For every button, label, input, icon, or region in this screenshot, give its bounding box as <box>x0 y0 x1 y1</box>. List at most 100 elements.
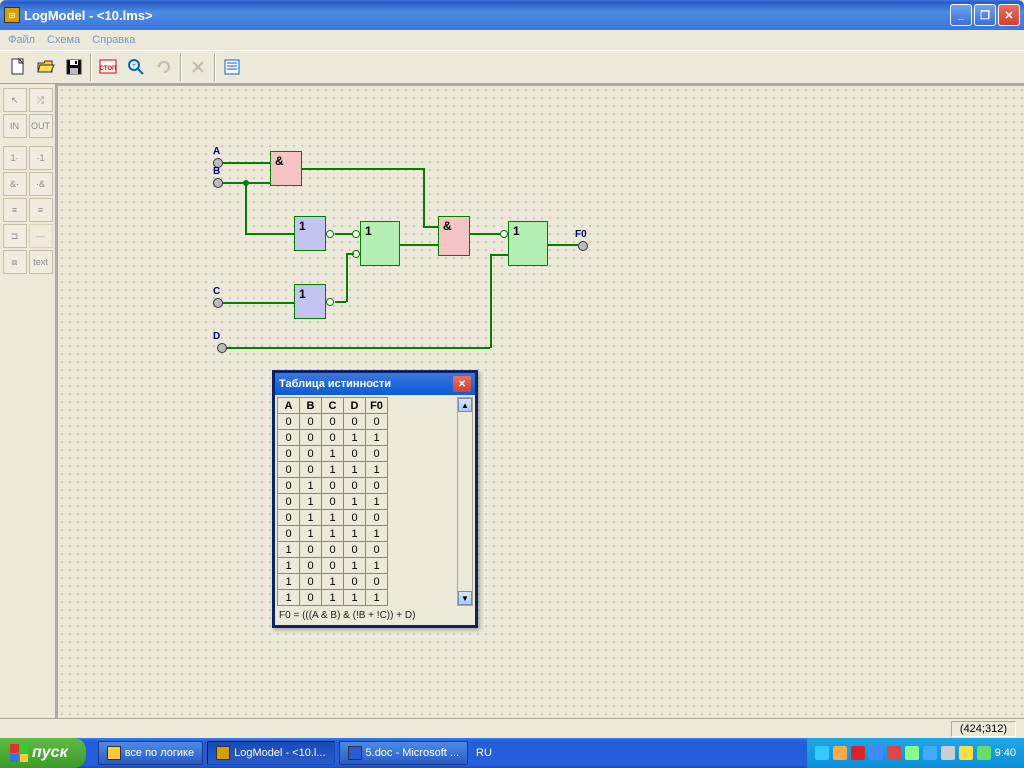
tray-icon[interactable] <box>977 746 991 760</box>
system-tray[interactable]: 9:40 <box>807 738 1024 768</box>
table-row: 10100 <box>278 574 388 590</box>
table-row: 10111 <box>278 590 388 606</box>
word-icon <box>348 746 362 760</box>
palette-not-left[interactable]: 1· <box>3 146 27 170</box>
palette-not-right[interactable]: ·1 <box>29 146 53 170</box>
table-row: 01011 <box>278 494 388 510</box>
start-button[interactable]: пуск <box>0 738 86 768</box>
tray-icon[interactable] <box>905 746 919 760</box>
minimize-button[interactable]: _ <box>950 4 972 26</box>
wire <box>548 244 578 246</box>
output-port[interactable] <box>578 241 588 251</box>
palette-text[interactable]: text <box>29 250 53 274</box>
truth-table-titlebar[interactable]: Таблица истинности ✕ <box>275 373 475 395</box>
palette-and-left[interactable]: &· <box>3 172 27 196</box>
wire <box>335 233 353 235</box>
app-icon: ⊞ <box>4 7 20 23</box>
close-button[interactable]: ✕ <box>998 4 1020 26</box>
gate-or1[interactable]: 1 <box>360 221 400 266</box>
wire <box>423 168 425 226</box>
gate-not-c[interactable]: 1 <box>294 284 326 319</box>
palette-move[interactable]: ⤮ <box>29 88 53 112</box>
save-button[interactable] <box>60 53 88 81</box>
truth-table-window[interactable]: Таблица истинности ✕ ABCDF0 000000001100… <box>272 370 478 628</box>
input-port-b[interactable] <box>213 178 223 188</box>
maximize-button[interactable]: ❐ <box>974 4 996 26</box>
palette-in[interactable]: IN <box>3 114 27 138</box>
app-icon <box>216 746 230 760</box>
table-row: 01111 <box>278 526 388 542</box>
gate-not-b[interactable]: 1 <box>294 216 326 251</box>
palette-compound1[interactable]: ≡ <box>3 198 27 222</box>
palette-compound4: — <box>29 224 53 248</box>
gate-and1[interactable]: & <box>270 151 302 186</box>
palette-compound2[interactable]: ≡ <box>29 198 53 222</box>
tray-icon[interactable] <box>815 746 829 760</box>
circuit-canvas[interactable]: A B C D & 1 1 1 & 1 F0 <box>56 84 1024 718</box>
truth-table-title: Таблица истинности <box>279 378 391 390</box>
start-label: пуск <box>32 744 68 762</box>
palette-arrow[interactable]: ↖ <box>3 88 27 112</box>
menu-schema[interactable]: Схема <box>47 34 80 46</box>
zoom-button[interactable]: + <box>122 53 150 81</box>
gate-or2[interactable]: 1 <box>508 221 548 266</box>
scroll-up-button[interactable]: ▲ <box>458 398 472 412</box>
table-row: 10000 <box>278 542 388 558</box>
menu-help[interactable]: Справка <box>92 34 135 46</box>
wire <box>490 254 492 348</box>
scroll-down-button[interactable]: ▼ <box>458 591 472 605</box>
taskbar-item-folder[interactable]: все по логике <box>98 741 203 765</box>
tray-icon[interactable] <box>923 746 937 760</box>
wire <box>223 302 294 304</box>
table-row: 10011 <box>278 558 388 574</box>
tool-palette: ↖⤮ INOUT 1··1 &··& ≡≡ ⊐— ⧈text <box>0 84 56 718</box>
palette-compound3[interactable]: ⊐ <box>3 224 27 248</box>
stop-button[interactable]: СТОП <box>94 53 122 81</box>
input-label-d: D <box>213 331 220 342</box>
wire <box>227 347 490 349</box>
palette-segment[interactable]: ⧈ <box>3 250 27 274</box>
wire <box>490 254 508 256</box>
palette-out[interactable]: OUT <box>29 114 53 138</box>
menu-file[interactable]: Файл <box>8 34 35 46</box>
palette-and-right[interactable]: ·& <box>29 172 53 196</box>
folder-icon <box>107 746 121 760</box>
tray-icon[interactable] <box>869 746 883 760</box>
table-row: 01000 <box>278 478 388 494</box>
input-label-c: C <box>213 286 220 297</box>
window-titlebar: ⊞ LogModel - <10.lms> _ ❐ ✕ <box>0 0 1024 30</box>
truth-table-header: D <box>344 398 366 414</box>
delete-button <box>184 53 212 81</box>
truth-table-formula: F0 = (((A & B) & (!B + !C)) + D) <box>277 606 473 623</box>
new-button[interactable] <box>4 53 32 81</box>
wire <box>346 253 354 255</box>
tray-icon[interactable] <box>941 746 955 760</box>
wire <box>346 253 348 302</box>
truth-table-close-button[interactable]: ✕ <box>453 376 471 392</box>
tray-icon[interactable] <box>887 746 901 760</box>
tray-icon[interactable] <box>833 746 847 760</box>
truth-table-scrollbar[interactable]: ▲ ▼ <box>457 397 473 606</box>
refresh-button <box>150 53 178 81</box>
taskbar: пуск все по логике LogModel - <10.l... 5… <box>0 738 1024 768</box>
open-button[interactable] <box>32 53 60 81</box>
table-row: 00011 <box>278 430 388 446</box>
taskbar-item-logmodel[interactable]: LogModel - <10.l... <box>207 741 334 765</box>
table-row: 00111 <box>278 462 388 478</box>
truth-table-header: A <box>278 398 300 414</box>
wire <box>335 301 346 303</box>
wire <box>245 233 294 235</box>
list-button[interactable] <box>218 53 246 81</box>
taskbar-item-word[interactable]: 5.doc - Microsoft ... <box>339 741 469 765</box>
table-row: 00100 <box>278 446 388 462</box>
input-port-d[interactable] <box>217 343 227 353</box>
input-port-c[interactable] <box>213 298 223 308</box>
truth-table-header: B <box>300 398 322 414</box>
tray-icon-antivirus[interactable] <box>851 746 865 760</box>
wire <box>302 168 423 170</box>
gate-and2[interactable]: & <box>438 216 470 256</box>
wire <box>470 233 500 235</box>
tray-icon[interactable] <box>959 746 973 760</box>
language-indicator[interactable]: RU <box>476 747 492 759</box>
tray-clock[interactable]: 9:40 <box>995 747 1016 759</box>
